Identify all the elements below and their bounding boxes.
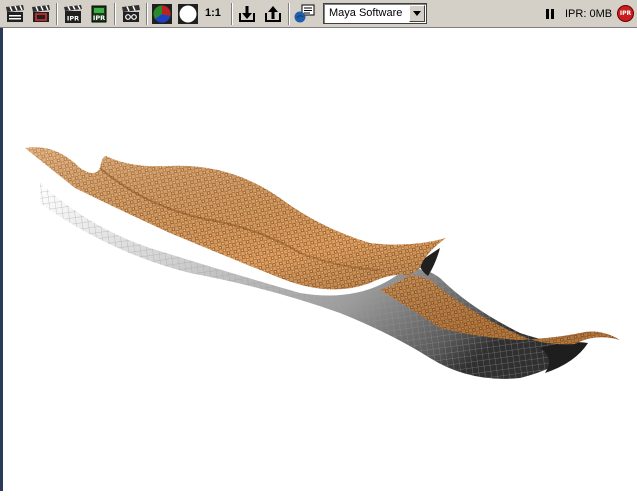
display-alpha-channel-button[interactable] — [177, 3, 199, 25]
remove-image-button[interactable] — [262, 3, 284, 25]
stop-ipr-label: IPR — [619, 10, 632, 17]
refresh-ipr-button[interactable]: IPR — [88, 3, 110, 25]
display-rgb-channels-button[interactable] — [151, 3, 173, 25]
render-settings-button[interactable] — [293, 3, 315, 25]
dropdown-arrow-icon[interactable] — [409, 5, 425, 22]
stop-ipr-button[interactable]: IPR — [617, 5, 634, 22]
render-view-toolbar: IPR IPR 1:1 Maya Software IPR: 0MB IPR — [0, 0, 637, 28]
snapshot-icon — [122, 5, 140, 22]
real-size-button[interactable]: 1:1 — [205, 7, 221, 19]
render-region-button[interactable] — [30, 3, 52, 25]
ipr-refresh-icon: IPR — [91, 5, 107, 23]
ipr-clapper-icon: IPR — [64, 5, 82, 23]
clapper-region-icon — [32, 5, 50, 22]
render-view-image[interactable] — [0, 28, 637, 491]
svg-text:IPR: IPR — [67, 15, 79, 23]
remove-image-icon — [265, 6, 281, 22]
rgb-channel-icon — [152, 4, 172, 24]
clapper-icon — [6, 5, 24, 22]
toolbar-separator — [114, 3, 116, 25]
redo-render-button[interactable] — [4, 3, 26, 25]
renderer-selected-value: Maya Software — [329, 7, 403, 19]
snapshot-button[interactable] — [120, 3, 142, 25]
toolbar-separator — [56, 3, 58, 25]
keep-image-button[interactable] — [236, 3, 258, 25]
ipr-memory-status: IPR: 0MB — [565, 8, 613, 20]
toolbar-separator — [146, 3, 148, 25]
alpha-channel-icon — [178, 4, 198, 24]
redo-ipr-render-button[interactable]: IPR — [62, 3, 84, 25]
rendered-surface-image — [25, 147, 620, 379]
render-settings-icon — [294, 4, 315, 23]
viewport-border — [0, 28, 3, 491]
pause-icon[interactable] — [546, 9, 555, 19]
toolbar-separator — [288, 3, 290, 25]
renderer-dropdown[interactable]: Maya Software — [323, 3, 427, 24]
svg-text:IPR: IPR — [93, 14, 105, 22]
toolbar-separator — [231, 3, 233, 25]
keep-image-icon — [239, 6, 255, 22]
